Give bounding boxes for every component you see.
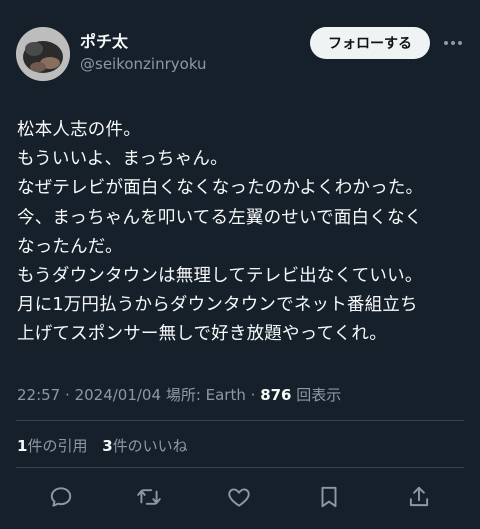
- meta-separator: ·: [250, 386, 261, 404]
- retweet-icon[interactable]: [136, 484, 162, 510]
- heart-icon[interactable]: [226, 484, 252, 510]
- tweet-stats: 1件の引用 3件のいいね: [17, 435, 198, 456]
- tweet-location: 場所: Earth: [165, 386, 246, 404]
- share-icon[interactable]: [406, 484, 432, 510]
- user-handle[interactable]: @seikonzinryoku: [80, 54, 207, 74]
- divider: [16, 467, 464, 468]
- tweet-text: 松本人志の件。 もういいよ、まっちゃん。 なぜテレビが面白くなくなったのかよくわ…: [17, 120, 424, 345]
- likes-count: 3: [102, 437, 113, 455]
- action-bar: [0, 480, 480, 516]
- tweet-header: ポチ太 @seikonzinryoku フォローする: [16, 24, 464, 84]
- likes-label: 件のいいね: [112, 437, 188, 455]
- quotes-label: 件の引用: [27, 437, 88, 455]
- follow-button[interactable]: フォローする: [310, 27, 430, 59]
- quotes-stat[interactable]: 1件の引用: [17, 437, 87, 455]
- tweet-date[interactable]: 2024/01/04: [75, 386, 161, 404]
- display-name[interactable]: ポチ太: [80, 32, 207, 52]
- user-info: ポチ太 @seikonzinryoku: [80, 32, 207, 74]
- divider: [16, 420, 464, 421]
- tweet-meta: 22:57 · 2024/01/04 場所: Earth · 876 回表示: [17, 384, 341, 405]
- more-horizontal-icon[interactable]: [442, 33, 464, 53]
- user-avatar[interactable]: [16, 27, 70, 81]
- bookmark-icon[interactable]: [316, 484, 342, 510]
- meta-separator: ·: [65, 386, 75, 404]
- tweet-time[interactable]: 22:57: [17, 386, 60, 404]
- quotes-count: 1: [17, 437, 28, 455]
- reply-icon[interactable]: [48, 484, 74, 510]
- views-count: 876: [260, 386, 292, 404]
- likes-stat[interactable]: 3件のいいね: [102, 437, 187, 455]
- views-label: 回表示: [296, 386, 342, 404]
